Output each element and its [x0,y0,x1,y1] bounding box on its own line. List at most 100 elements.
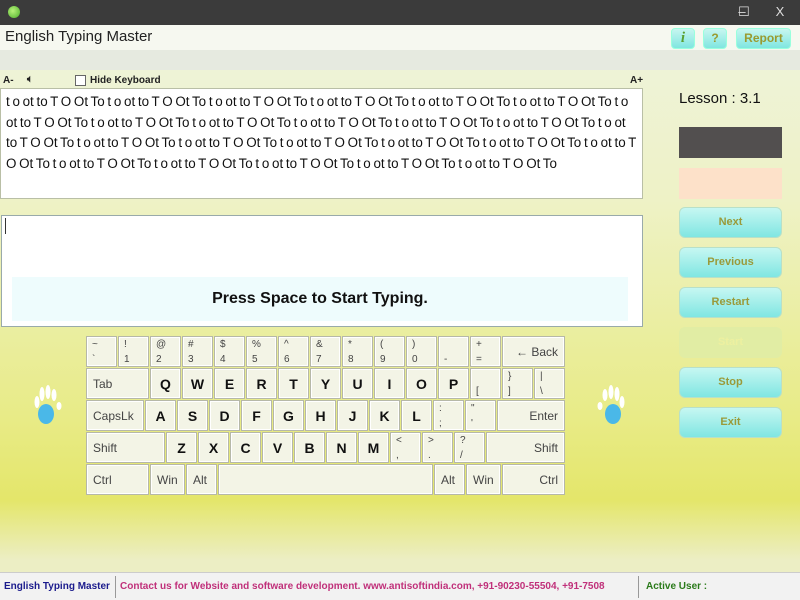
key-label: 0 [412,354,418,365]
key-enter[interactable]: Enter [497,400,565,431]
key-label: 4 [220,354,226,365]
key-p[interactable]: P [438,368,469,399]
maximize-button[interactable]: ☐ [732,3,756,21]
report-button[interactable]: Report [736,28,791,49]
key-s[interactable]: S [177,400,208,431]
key-capslk[interactable]: CapsLk [86,400,144,431]
key-symbol[interactable]: }] [502,368,533,399]
key-symbol[interactable]: " ' [465,400,496,431]
key-label: W [190,376,205,392]
key-n[interactable]: N [326,432,357,463]
key-f[interactable]: F [241,400,272,431]
key-w[interactable]: W [182,368,213,399]
key-shift[interactable]: Shift [486,432,565,463]
key-e[interactable]: E [214,368,245,399]
speaker-icon[interactable]: 🔈︎ [27,74,33,85]
info-button[interactable]: i [671,28,695,49]
key-8[interactable]: * 8 [342,336,373,367]
key-alt[interactable]: Alt [186,464,217,495]
key-label: = [476,354,482,365]
key-label: U [352,376,363,392]
key-label: # [188,339,194,350]
key-z[interactable]: Z [166,432,197,463]
key-symbol[interactable]: [ [470,368,501,399]
key-a[interactable]: A [145,400,176,431]
key-v[interactable]: V [262,432,293,463]
key-m[interactable]: M [358,432,389,463]
key-d[interactable]: D [209,400,240,431]
key-t[interactable]: T [278,368,309,399]
key-5[interactable]: % 5 [246,336,277,367]
key-u[interactable]: U [342,368,373,399]
key-2[interactable]: @2 [150,336,181,367]
key-j[interactable]: J [337,400,368,431]
key-label: 6 [284,354,290,365]
key-tab[interactable]: Tab [86,368,149,399]
key-9[interactable]: (9 [374,336,405,367]
hide-keyboard-checkbox[interactable] [75,75,86,86]
stop-button[interactable]: Stop [679,367,782,398]
key-win[interactable]: Win [466,464,501,495]
key-label: K [379,408,390,424]
key-x[interactable]: X [198,432,229,463]
key-k[interactable]: K [369,400,400,431]
key-label: M [367,440,380,456]
key-shift[interactable]: Shift [86,432,165,463]
key-label: ! [124,339,127,350]
start-button[interactable]: Start [679,327,782,358]
key-symbol[interactable]: >. [422,432,453,463]
key-3[interactable]: #3 [182,336,213,367]
key-symbol[interactable]: - [438,336,469,367]
key-label: ? [460,435,466,446]
previous-button[interactable]: Previous [679,247,782,278]
close-button[interactable]: X [768,3,792,21]
key-back[interactable]: ← Back [502,336,565,367]
key-4[interactable]: $4 [214,336,245,367]
key-c[interactable]: C [230,432,261,463]
font-decrease-button[interactable]: A- [3,75,14,86]
key-alt[interactable]: Alt [434,464,465,495]
key-q[interactable]: Q [150,368,181,399]
key-ctrl[interactable]: Ctrl [502,464,565,495]
restart-button[interactable]: Restart [679,287,782,318]
key-space[interactable] [218,464,433,495]
key-label: Win [473,473,494,487]
lesson-text: t o ot to T O Ot To t o ot to T O Ot To … [0,88,643,199]
key-0[interactable]: ) 0 [406,336,437,367]
key-win[interactable]: Win [150,464,185,495]
key-symbol[interactable]: ? / [454,432,485,463]
exit-button[interactable]: Exit [679,407,782,438]
left-hand-icon [34,385,62,424]
key-ctrl[interactable]: Ctrl [86,464,149,495]
key-symbol[interactable]: | \ [534,368,565,399]
status-app-name: English Typing Master [4,581,110,592]
key-i[interactable]: I [374,368,405,399]
key-label: 5 [252,354,258,365]
key-symbol[interactable]: + = [470,336,501,367]
key-symbol[interactable]: <, [390,432,421,463]
key-g[interactable]: G [273,400,304,431]
key-o[interactable]: O [406,368,437,399]
key-label: Enter [529,409,558,423]
key-h[interactable]: H [305,400,336,431]
key-label: \ [540,386,543,397]
key-label: Z [177,440,186,456]
key-b[interactable]: B [294,432,325,463]
key-label: D [219,408,230,424]
key-symbol[interactable]: :; [433,400,464,431]
help-button[interactable]: ? [703,28,727,49]
start-hint: Press Space to Start Typing. [12,277,628,321]
key-label: " [471,403,475,414]
font-increase-button[interactable]: A+ [630,75,643,86]
next-button[interactable]: Next [679,207,782,238]
key-7[interactable]: & 7 [310,336,341,367]
key-6[interactable]: ^ 6 [278,336,309,367]
key-l[interactable]: L [401,400,432,431]
key-symbol[interactable]: ~ ` [86,336,117,367]
key-label: ← Back [515,345,558,359]
key-label: * [348,339,352,350]
key-label: < [396,435,402,446]
key-r[interactable]: R [246,368,277,399]
key-y[interactable]: Y [310,368,341,399]
key-1[interactable]: ! 1 [118,336,149,367]
